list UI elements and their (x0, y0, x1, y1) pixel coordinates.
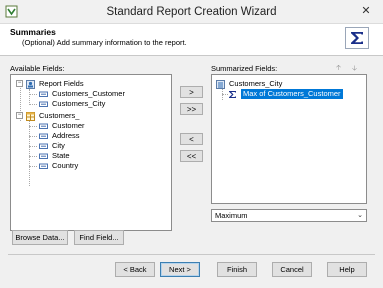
tree-item[interactable]: Address (39, 131, 80, 141)
field-icon (39, 123, 48, 129)
field-icon (39, 133, 48, 139)
chevron-down-icon: ⌄ (357, 212, 363, 219)
tree-item-label: Customers_City (52, 99, 106, 108)
remove-field-button[interactable]: < (180, 133, 203, 145)
find-field-button[interactable]: Find Field... (74, 230, 124, 245)
tree-item-label: Customers_Customer (52, 89, 125, 98)
tree-line (29, 89, 30, 105)
remove-all-fields-button[interactable]: << (180, 150, 203, 162)
collapse-expander[interactable]: − (16, 112, 23, 119)
tree-line (29, 104, 37, 105)
tree-line (29, 166, 37, 167)
tree-line (29, 136, 37, 137)
tree-item-label: City (52, 141, 65, 150)
wizard-body: Available Fields: − Report Fields Custom… (0, 56, 383, 288)
tree-item-label: Customer (52, 121, 85, 130)
available-fields-label: Available Fields: (10, 64, 65, 73)
finish-button[interactable]: Finish (217, 262, 257, 277)
tree-group-label: Report Fields (39, 79, 84, 88)
wizard-header: Summaries (Optional) Add summary informa… (0, 24, 383, 56)
tree-group-customers-table[interactable]: Customers_ (26, 111, 79, 121)
close-button[interactable]: ✕ (355, 3, 377, 20)
back-button[interactable]: < Back (115, 262, 155, 277)
sigma-icon (229, 90, 236, 98)
summary-group-row[interactable]: Customers_City (216, 79, 282, 89)
tree-item[interactable]: Customers_Customer (39, 89, 125, 99)
tree-line (29, 120, 30, 186)
close-icon: ✕ (361, 5, 371, 17)
report-fields-icon (26, 79, 35, 89)
field-icon (39, 163, 48, 169)
tree-line (29, 94, 37, 95)
summary-item-label: Max of Customers_Customer (241, 89, 343, 99)
next-button[interactable]: Next > (160, 262, 200, 277)
tree-item-label: Address (52, 131, 80, 140)
summarized-fields-label: Summarized Fields: (211, 64, 278, 73)
summary-group-label: Customers_City (229, 79, 283, 88)
tree-item[interactable]: Country (39, 161, 78, 171)
tree-line (29, 126, 37, 127)
tree-group-report-fields[interactable]: Report Fields (26, 79, 84, 89)
field-icon (39, 143, 48, 149)
help-button[interactable]: Help (327, 262, 367, 277)
tree-item[interactable]: Customer (39, 121, 85, 131)
summary-item-row[interactable]: Max of Customers_Customer (228, 89, 343, 99)
add-field-button[interactable]: > (180, 86, 203, 98)
field-icon (39, 101, 48, 107)
group-icon (216, 79, 225, 89)
tree-item[interactable]: City (39, 141, 65, 151)
tree-item[interactable]: Customers_City (39, 99, 105, 109)
field-icon (39, 91, 48, 97)
summary-sigma-icon (345, 27, 369, 49)
tree-item[interactable]: State (39, 151, 70, 161)
tree-group-label: Customers_ (39, 111, 80, 120)
title-bar: Standard Report Creation Wizard ✕ (0, 0, 383, 24)
tree-item-label: Country (52, 161, 79, 170)
window-title: Standard Report Creation Wizard (106, 6, 277, 18)
step-subtitle: (Optional) Add summary information to th… (22, 38, 187, 47)
tree-line (29, 156, 37, 157)
tree-line (29, 146, 37, 147)
table-icon (26, 111, 35, 121)
field-icon (39, 153, 48, 159)
add-all-fields-button[interactable]: >> (180, 103, 203, 115)
cancel-button[interactable]: Cancel (272, 262, 312, 277)
tree-item-label: State (52, 151, 70, 160)
summary-type-value: Maximum (215, 211, 248, 220)
step-title: Summaries (10, 27, 56, 37)
available-fields-tree[interactable]: − Report Fields Customers_Customer Custo… (10, 74, 172, 231)
collapse-expander[interactable]: − (16, 80, 23, 87)
browse-data-button[interactable]: Browse Data... (12, 230, 68, 245)
summary-type-select[interactable]: Maximum ⌄ (211, 209, 367, 222)
footer-separator (8, 254, 375, 255)
summarized-fields-tree[interactable]: Customers_City Max of Customers_Customer (211, 74, 367, 204)
